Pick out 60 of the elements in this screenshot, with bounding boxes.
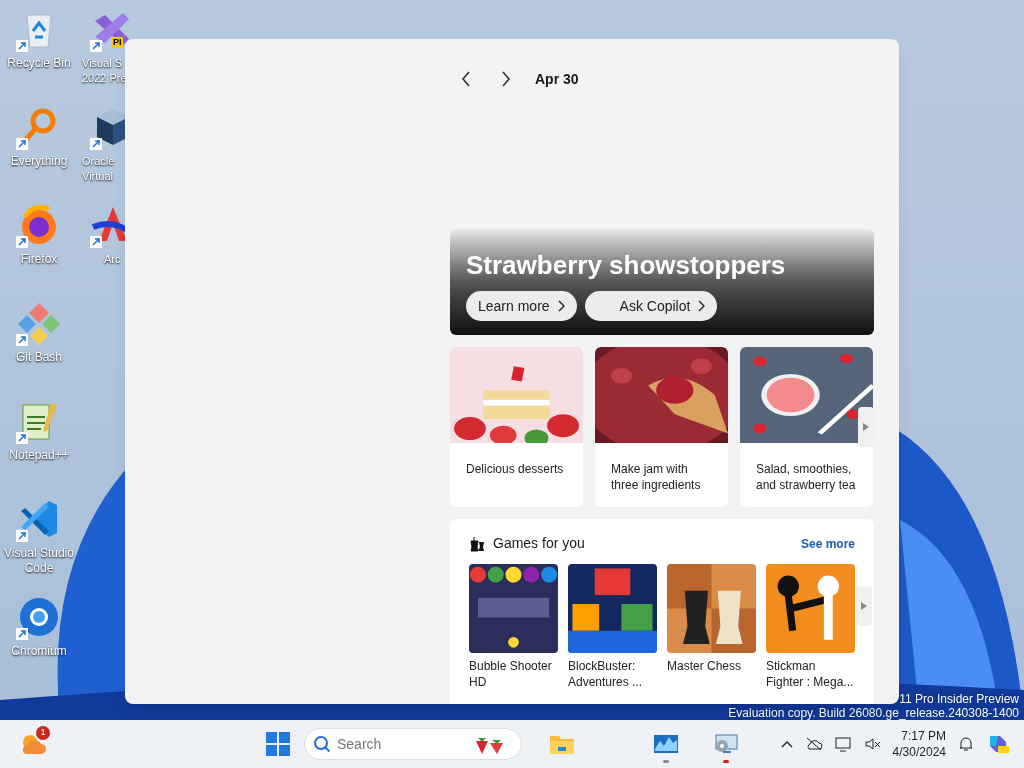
pill-button[interactable]: Ask Copilot [584, 291, 718, 321]
game-tile[interactable]: Stickman Fighter : Mega... [766, 564, 855, 690]
card-title: Salad, smoothies, and strawberry tea [755, 461, 857, 493]
game-title: Master Chess [667, 658, 743, 674]
article-card[interactable]: Salad, smoothies, and strawberry tea [740, 347, 873, 507]
cloud-off-icon [804, 737, 823, 751]
game-tile[interactable]: Bubble Shooter HD [469, 564, 558, 690]
shortcut-arrow-icon [90, 138, 102, 150]
shortcut-arrow-icon [16, 236, 28, 248]
chevron-up-icon [780, 740, 793, 748]
shortcut-arrow-icon [16, 138, 28, 150]
display-icon [834, 736, 853, 752]
card-title: Delicious desserts [465, 461, 565, 477]
chevron-left-icon [461, 71, 471, 87]
windows-logo-icon [266, 732, 290, 756]
game-title: Stickman Fighter : Mega... [766, 658, 855, 690]
chevron-right-icon [501, 71, 511, 87]
chart-window-icon [653, 733, 679, 755]
start-button[interactable] [264, 730, 292, 758]
monitor-disc-icon [713, 733, 739, 755]
game-tile[interactable]: Master Chess [667, 564, 756, 690]
date-label: Apr 30 [535, 69, 579, 89]
scroll-right-button[interactable] [856, 586, 872, 626]
triangle-right-icon [863, 423, 869, 431]
shortcut-arrow-icon [16, 530, 28, 542]
pill-button[interactable]: Learn more [466, 291, 577, 321]
chevron-right-icon [557, 300, 565, 312]
section-title: Games for you [493, 534, 585, 553]
chevron-right-icon [698, 300, 706, 312]
game-title: Bubble Shooter HD [469, 658, 553, 690]
bell-icon[interactable] [958, 736, 974, 752]
shortcut-arrow-icon [16, 432, 28, 444]
search-box[interactable]: Search [304, 728, 522, 760]
shortcut-arrow-icon [90, 236, 102, 248]
search-icon [313, 735, 331, 753]
shortcut-arrow-icon [16, 628, 28, 640]
clock-date[interactable]: 4/30/2024 [892, 744, 946, 760]
watermark-text: Evaluation copy. Build 26080.ge_release.240308-1400 [728, 706, 1019, 720]
notification-badge: 1 [36, 726, 50, 740]
card-title: Make jam with three ingredients [610, 461, 702, 493]
shortcut-arrow-icon [16, 334, 28, 346]
article-card[interactable]: Delicious desserts [450, 347, 583, 507]
article-card[interactable]: Make jam with three ingredients [595, 347, 728, 507]
shortcut-arrow-icon [90, 40, 102, 52]
watermark-text: 11 Pro Insider Preview [899, 692, 1019, 706]
scroll-right-button[interactable] [858, 407, 874, 447]
triangle-right-icon [861, 602, 867, 610]
folder-icon [549, 733, 575, 755]
game-tile[interactable]: BlockBuster: Adventures ... [568, 564, 657, 690]
search-input[interactable]: Search [337, 733, 467, 755]
hero-title: Strawberry showstoppers [466, 249, 787, 281]
see-more-link[interactable]: See more [800, 534, 855, 553]
game-title: BlockBuster: Adventures ... [568, 658, 644, 690]
diamond-tiles-icon [17, 301, 61, 345]
clock-time[interactable]: 7:17 PM [901, 728, 946, 744]
speaker-muted-icon [864, 737, 881, 751]
shortcut-arrow-icon [16, 40, 28, 52]
chess-pieces-icon [469, 535, 485, 552]
chromium-icon [17, 595, 61, 639]
preview-badge: PI [112, 37, 123, 48]
